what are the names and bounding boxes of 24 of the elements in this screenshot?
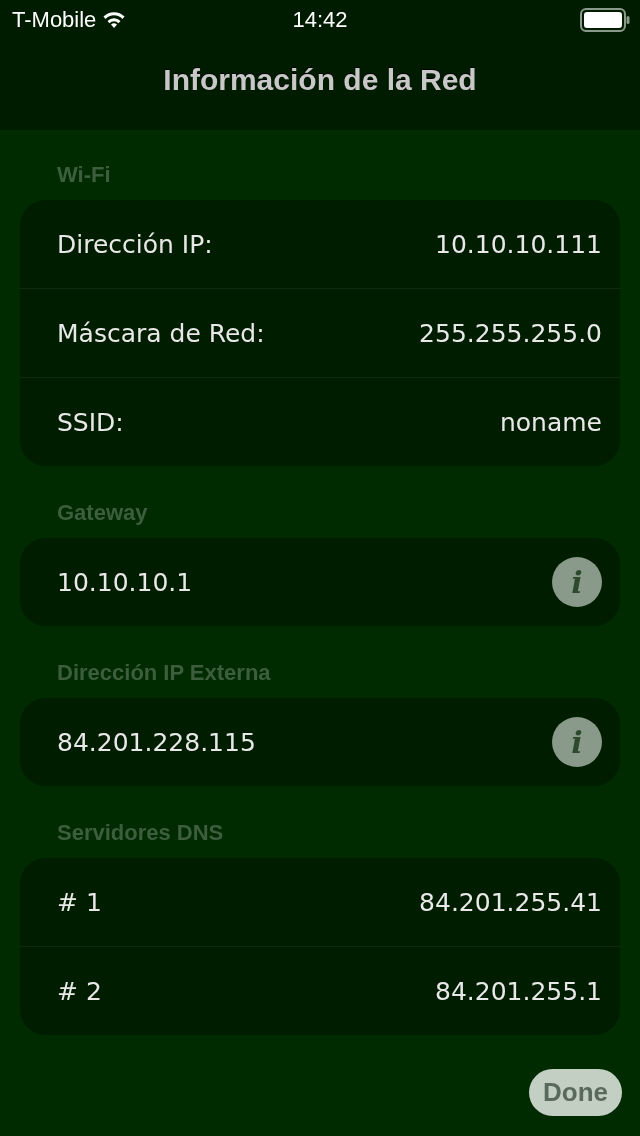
section-header: Wi-Fi	[56, 161, 111, 189]
battery-icon	[580, 8, 630, 32]
section-header: Gateway	[56, 499, 148, 527]
row-value: 84.201.228.115	[57, 727, 256, 757]
row-value: noname	[499, 407, 602, 437]
row-label: # 1	[57, 887, 102, 917]
status-time: 14:42	[292, 7, 348, 33]
row-label: # 2	[57, 976, 102, 1006]
row-value: 84.201.255.41	[419, 887, 602, 917]
carrier-name: T-Mobile	[12, 7, 97, 33]
row-value: 255.255.255.0	[419, 318, 602, 348]
info-button[interactable]: i	[552, 717, 602, 767]
nav-title: Información de la Red	[163, 63, 477, 97]
row-label: Máscara de Red:	[57, 318, 265, 348]
info-button[interactable]: i	[552, 557, 602, 607]
wifi-icon	[102, 11, 127, 29]
section-header: Servidores DNS	[56, 819, 224, 847]
row-value: 84.201.255.1	[435, 976, 602, 1006]
section-header: Dirección IP Externa	[56, 659, 271, 687]
row-label: SSID:	[57, 407, 124, 437]
row-value: 10.10.10.111	[435, 229, 602, 259]
row-label: Dirección IP:	[57, 229, 213, 259]
done-button[interactable]: Done	[529, 1069, 622, 1116]
row-value: 10.10.10.1	[57, 567, 193, 597]
